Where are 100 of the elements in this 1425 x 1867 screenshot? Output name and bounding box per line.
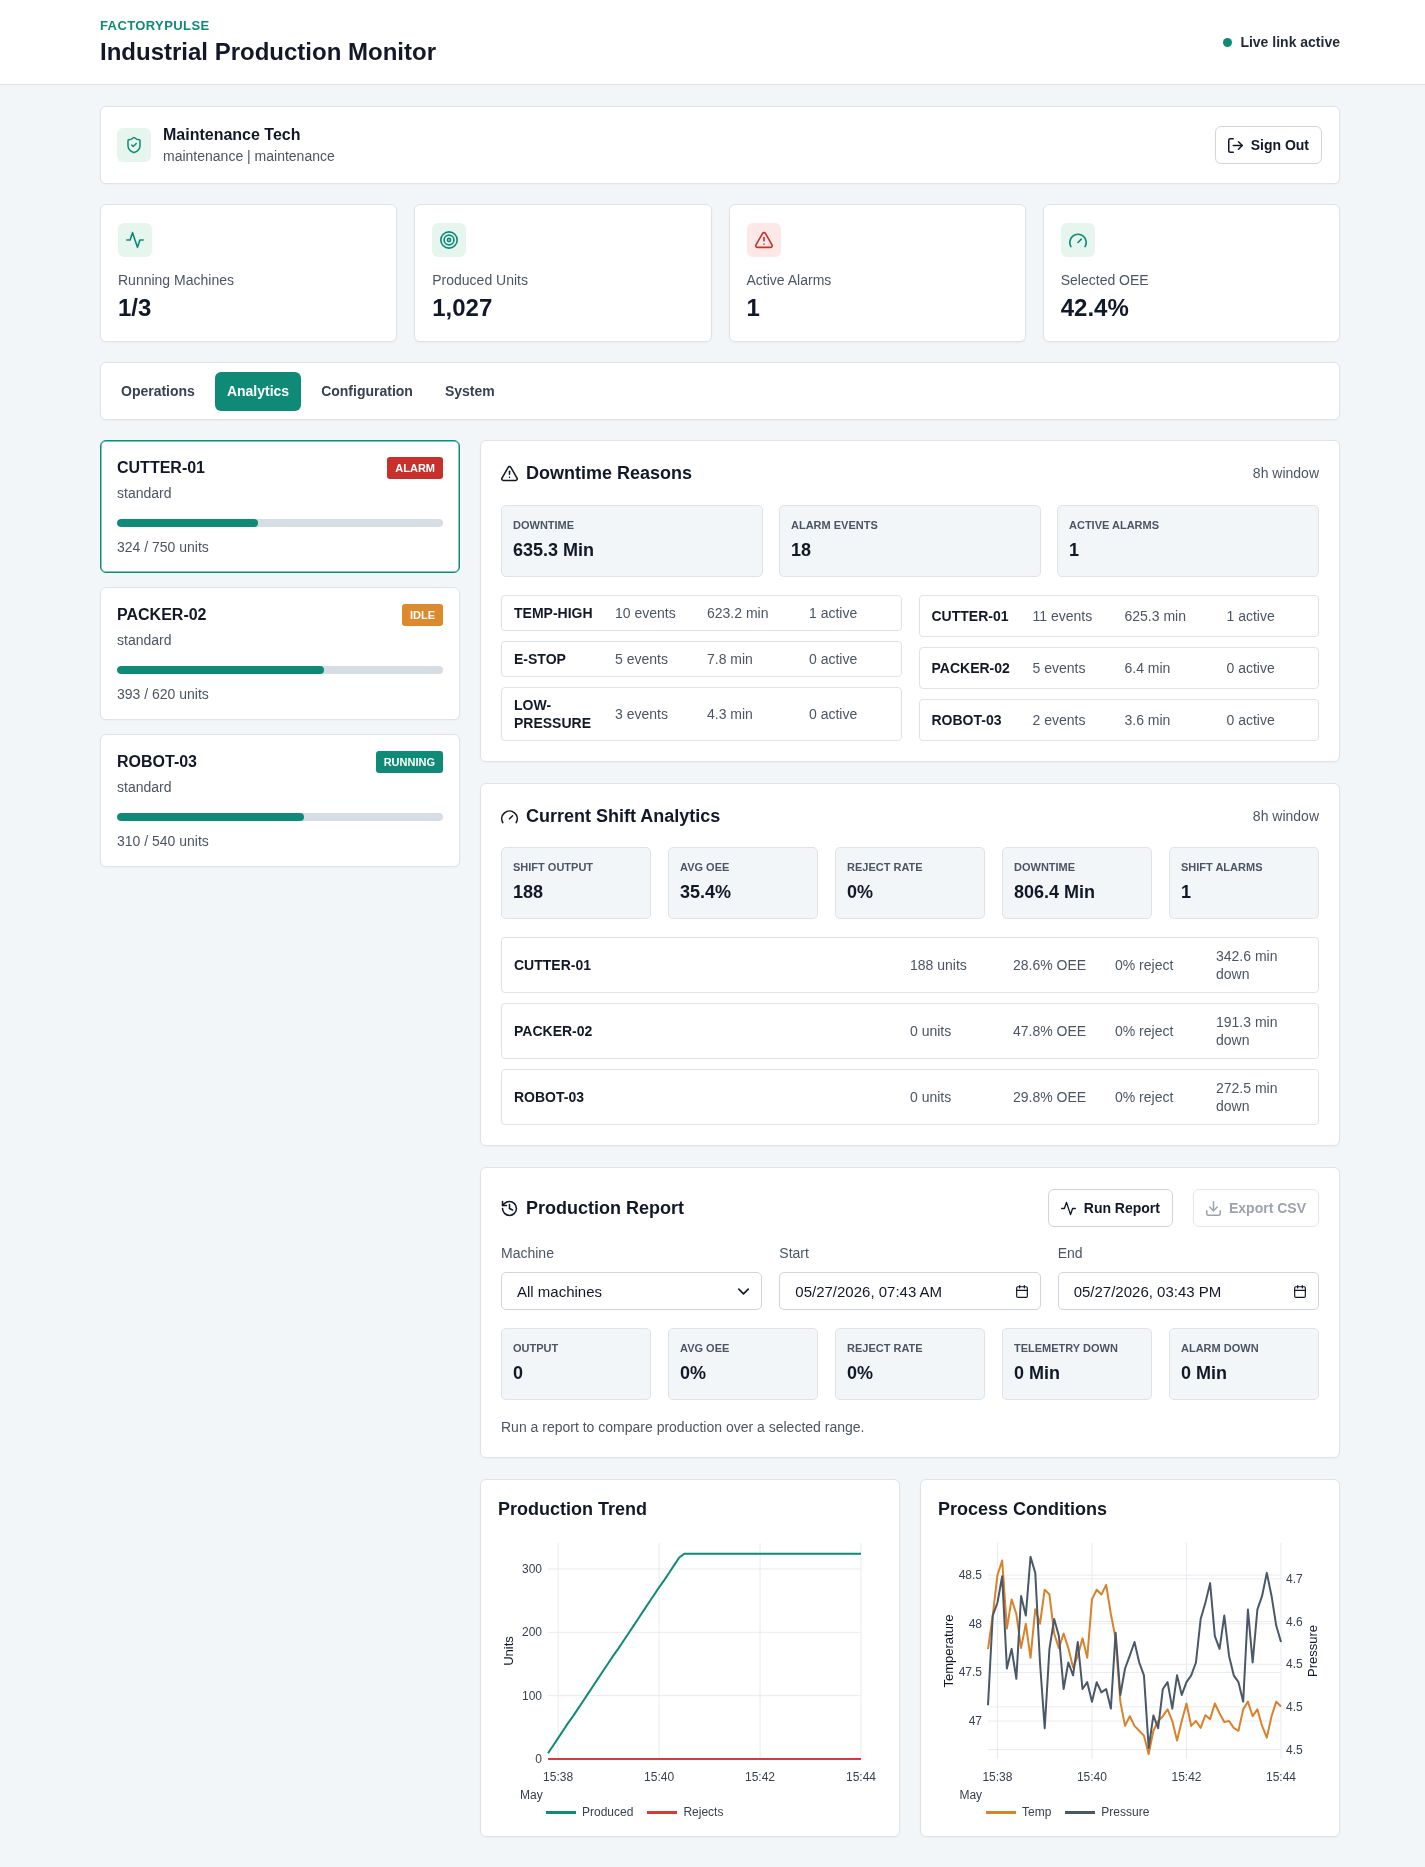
warning-icon — [501, 464, 518, 482]
axis-title: Units — [501, 1636, 516, 1666]
user-name: Maintenance Tech — [163, 125, 302, 145]
stat-value: 1 — [746, 293, 761, 323]
summary-value: 0 Min — [1181, 1362, 1228, 1385]
downtime-minutes: 272.5 min down — [1216, 1079, 1279, 1115]
oee-value: 29.8% OEE — [1013, 1088, 1088, 1106]
active-count: 1 active — [809, 604, 859, 622]
legend-label: Produced — [582, 1805, 634, 1819]
field-label: Machine — [501, 1244, 555, 1263]
report-note: Run a report to compare production over a selected range. — [501, 1418, 866, 1437]
axis-tick-label: 15:38 — [982, 1770, 1013, 1784]
summary-label: OUTPUT — [513, 1341, 560, 1355]
chart-title: Process Conditions — [938, 1498, 1109, 1521]
summary-value: 1 — [1069, 539, 1080, 562]
tab[interactable]: System — [432, 371, 507, 411]
panel-title: Current Shift Analytics — [526, 805, 721, 828]
field-label: Start — [779, 1244, 810, 1263]
units-count: 0 units — [910, 1022, 953, 1040]
stat-label: Produced Units — [432, 271, 529, 289]
summary-label: ALARM DOWN — [1181, 1341, 1260, 1355]
reason-name: LOW-PRESSURE — [514, 696, 593, 732]
axis-tick-label: 4.7 — [1286, 1571, 1303, 1586]
machine-select[interactable]: All machines — [501, 1272, 763, 1310]
tab[interactable]: Configuration — [309, 371, 425, 411]
legend-label: Rejects — [683, 1805, 724, 1819]
active-count: 0 active — [1226, 659, 1276, 677]
reason-name: E-STOP — [514, 650, 567, 668]
tab[interactable]: Operations — [109, 371, 207, 411]
summary-value: 0% — [847, 881, 874, 904]
status-badge: RUNNING — [375, 751, 443, 773]
event-count: 11 events — [1032, 607, 1094, 625]
reject-rate: 0% reject — [1115, 956, 1175, 974]
machine-card[interactable]: PACKER-02 IDLE standard 393 / 620 units — [100, 587, 460, 720]
stat-label: Running Machines — [118, 271, 235, 289]
stat-label: Selected OEE — [1060, 271, 1150, 289]
summary-label: ACTIVE ALARMS — [1069, 518, 1161, 532]
machine-name: CUTTER-01 — [514, 956, 592, 974]
summary-label: TELEMETRY DOWN — [1014, 1341, 1119, 1355]
summary-label: DOWNTIME — [1014, 860, 1077, 874]
summary-label: ALARM EVENTS — [791, 518, 879, 532]
event-count: 2 events — [1032, 711, 1087, 729]
brand-name: FACTORYPULSE — [100, 17, 211, 34]
reject-rate: 0% reject — [1115, 1088, 1175, 1106]
run-report-button[interactable]: Run Report — [1047, 1189, 1173, 1227]
sign-out-button[interactable]: Sign Out — [1214, 126, 1322, 164]
date-time-field[interactable]: 05/27/2026, 07:43 AM — [779, 1272, 1041, 1310]
summary-label: SHIFT ALARMS — [1181, 860, 1264, 874]
active-count: 0 active — [809, 650, 859, 668]
reason-name: TEMP-HIGH — [514, 604, 594, 622]
oee-value: 47.8% OEE — [1013, 1022, 1088, 1040]
stat-value: 1/3 — [118, 293, 153, 323]
downtime-minutes: 625.3 min — [1124, 607, 1187, 625]
machine-name: PACKER-02 — [514, 1022, 594, 1040]
axis-title: Temperature — [941, 1614, 956, 1688]
machine-name: CUTTER-01 — [117, 459, 205, 477]
downtime-minutes: 191.3 min down — [1216, 1013, 1279, 1049]
app-title: Industrial Production Monitor — [100, 36, 436, 67]
axis-tick-label: 4.5 — [1286, 1657, 1303, 1672]
axis-tick-label: 200 — [521, 1625, 542, 1640]
tab[interactable]: Analytics — [214, 371, 302, 411]
status-label: Live link active — [1240, 34, 1340, 50]
axis-tick-label: 4.5 — [1286, 1742, 1303, 1757]
calendar-icon — [1294, 1284, 1306, 1298]
axis-tick-label: 48 — [968, 1616, 982, 1631]
chart-title: Production Trend — [498, 1498, 648, 1521]
download-icon — [1206, 1200, 1221, 1216]
summary-value: 0% — [680, 1362, 707, 1385]
axis-tick-label: 15:44 — [1266, 1770, 1296, 1784]
machine-card[interactable]: CUTTER-01 ALARM standard 324 / 750 units — [100, 440, 460, 573]
machine-type: standard — [117, 778, 173, 797]
summary-label: REJECT RATE — [847, 860, 924, 874]
summary-label: SHIFT OUTPUT — [513, 860, 595, 874]
machine-name: ROBOT-03 — [514, 1088, 585, 1106]
machine-card[interactable]: ROBOT-03 RUNNING standard 310 / 540 units — [100, 734, 460, 867]
summary-value: 188 — [513, 881, 545, 904]
axis-tick-label: 100 — [521, 1688, 542, 1703]
downtime-minutes: 3.6 min — [1124, 711, 1172, 729]
panel-title: Downtime Reasons — [526, 462, 693, 485]
panel-title: Production Report — [526, 1197, 684, 1220]
legend-label: Pressure — [1101, 1805, 1150, 1819]
axis-title: Pressure — [1305, 1625, 1320, 1677]
history-icon — [501, 1199, 518, 1217]
date-time-field[interactable]: 05/27/2026, 03:43 PM — [1057, 1272, 1319, 1310]
machine-name: ROBOT-03 — [931, 711, 1003, 729]
summary-label: AVG OEE — [680, 860, 731, 874]
pulse-icon — [1060, 1200, 1076, 1216]
axis-tick-label: 15:40 — [1076, 1770, 1107, 1784]
chevron-down-icon — [738, 1287, 750, 1295]
downtime-minutes: 342.6 min down — [1216, 947, 1279, 983]
downtime-minutes: 623.2 min — [707, 604, 770, 622]
downtime-minutes: 4.3 min — [707, 705, 754, 723]
summary-value: 18 — [791, 539, 813, 562]
axis-date-label: May — [520, 1788, 543, 1802]
axis-tick-label: 47.5 — [958, 1665, 982, 1680]
downtime-minutes: 7.8 min — [707, 650, 754, 668]
window-label: 8h window — [1252, 465, 1319, 481]
summary-value: 806.4 Min — [1014, 881, 1097, 904]
summary-label: REJECT RATE — [847, 1341, 924, 1355]
active-count: 1 active — [1226, 607, 1276, 625]
